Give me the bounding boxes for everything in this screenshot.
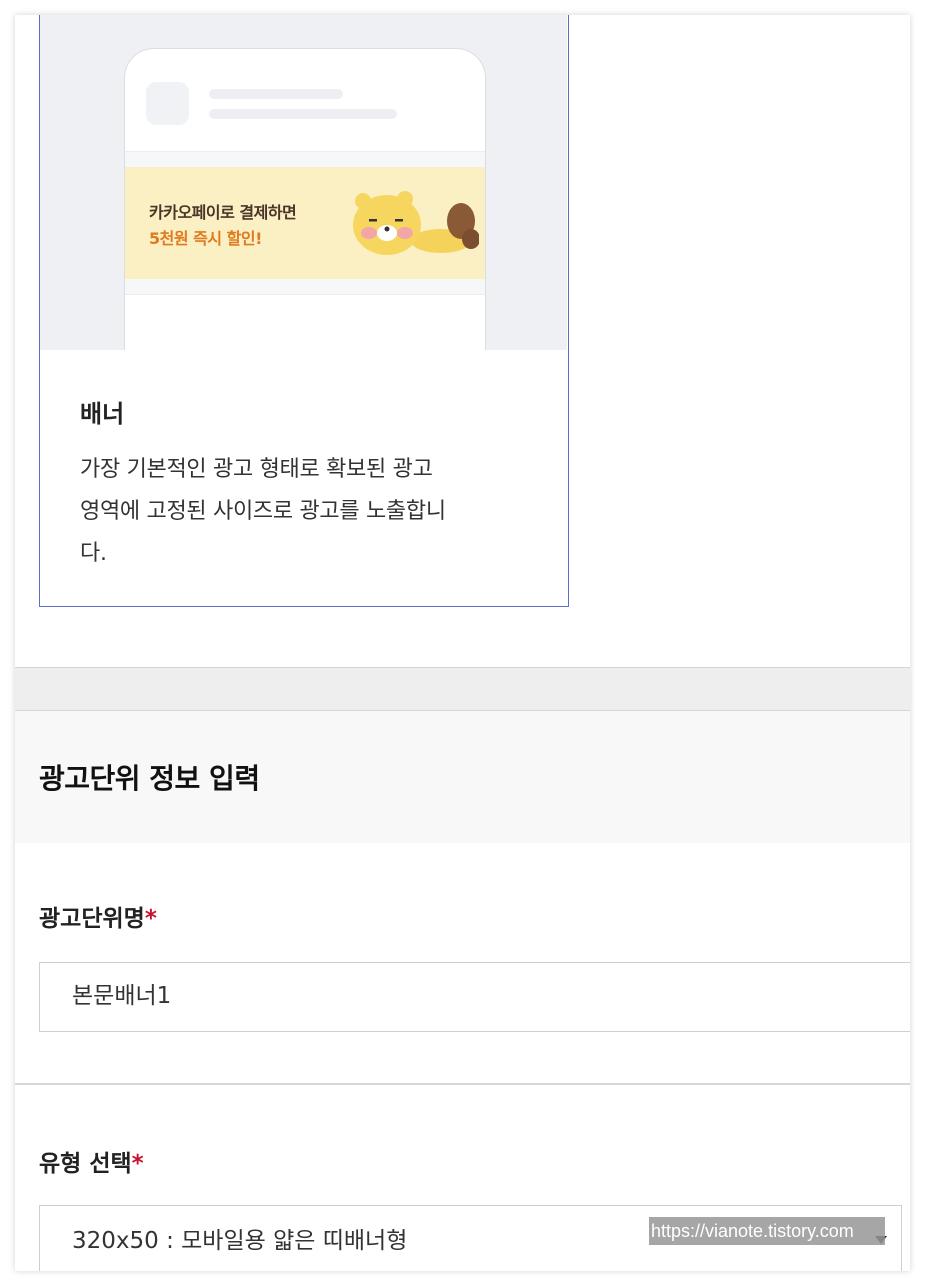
phone-mockup: 카카오페이로 결제하면 5천원 즉시 할인! (124, 48, 486, 350)
card-description-line: 다. (80, 541, 107, 566)
placeholder-avatar (146, 82, 189, 125)
card-description-line: 가장 기본적인 광고 형태로 확보된 광고 (80, 457, 433, 482)
ad-unit-name-input[interactable]: 본문배너1 (39, 962, 910, 1032)
ad-unit-name-label: 광고단위명* (39, 899, 157, 933)
ad-type-card-banner[interactable]: 카카오페이로 결제하면 5천원 즉시 할인! 배너 가장 기본적인 광고 형태로… (39, 15, 569, 607)
divider (15, 1083, 910, 1085)
required-mark: * (144, 906, 157, 932)
type-select-label: 유형 선택* (39, 1144, 144, 1178)
banner-text-line2: 5천원 즉시 할인! (149, 229, 262, 248)
section-header: 광고단위 정보 입력 (15, 711, 910, 843)
watermark: https://vianote.tistory.com (649, 1217, 885, 1245)
ad-unit-name-label-text: 광고단위명 (39, 906, 145, 932)
section-title: 광고단위 정보 입력 (39, 762, 260, 795)
placeholder-line (209, 109, 397, 119)
ad-preview: 카카오페이로 결제하면 5천원 즉시 할인! (40, 15, 567, 350)
required-mark: * (131, 1151, 144, 1177)
type-select-label-text: 유형 선택 (39, 1151, 132, 1177)
card-title: 배너 (80, 400, 125, 428)
sample-banner-ad: 카카오페이로 결제하면 5천원 즉시 할인! (125, 167, 485, 279)
card-description: 가장 기본적인 광고 형태로 확보된 광고 영역에 고정된 사이즈로 광고를 노… (80, 449, 530, 575)
card-description-line: 영역에 고정된 사이즈로 광고를 노출합니 (80, 499, 446, 524)
banner-text-line1: 카카오페이로 결제하면 (149, 203, 297, 222)
section-divider (15, 667, 910, 711)
placeholder-separator (125, 279, 485, 295)
type-select-value: 320x50 : 모바일용 얇은 띠배너형 (72, 1228, 408, 1254)
placeholder-separator (125, 151, 485, 167)
card-body: 배너 가장 기본적인 광고 형태로 확보된 광고 영역에 고정된 사이즈로 광고… (80, 394, 530, 575)
page-container: 카카오페이로 결제하면 5천원 즉시 할인! 배너 가장 기본적인 광고 형태로… (15, 15, 910, 1271)
ryan-character-icon (353, 191, 479, 255)
placeholder-line (209, 89, 343, 99)
